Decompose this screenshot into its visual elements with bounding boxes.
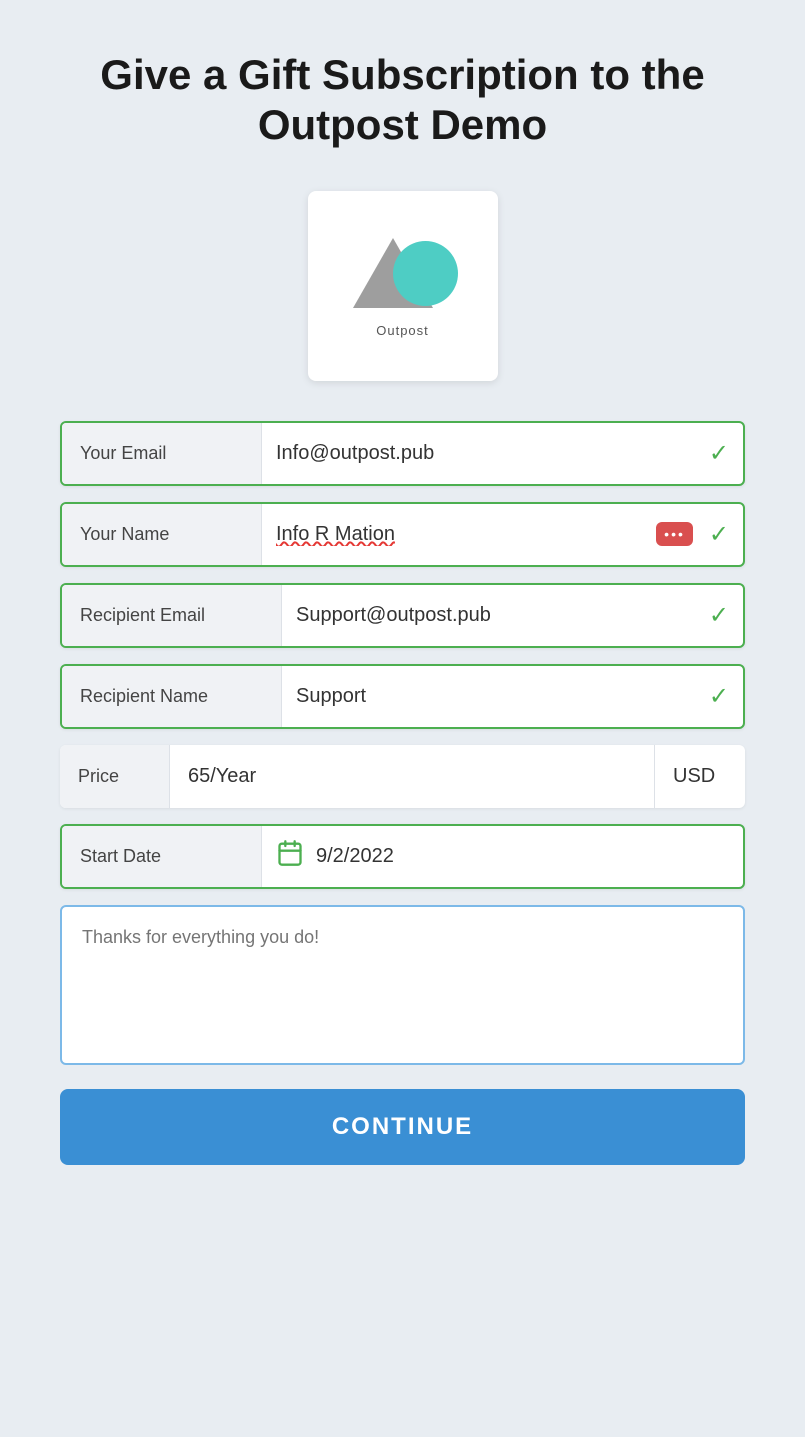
recipient-email-input-wrapper: ✓ (282, 585, 743, 646)
your-name-input[interactable] (276, 505, 656, 564)
your-email-label: Your Email (62, 423, 262, 484)
your-email-row: Your Email ✓ (60, 421, 745, 486)
your-email-input[interactable] (276, 424, 701, 483)
start-date-input-wrapper: 9/2/2022 (262, 826, 743, 887)
recipient-email-input[interactable] (296, 586, 701, 645)
your-name-row: Your Name ••• ✓ (60, 502, 745, 567)
logo-circle-icon (393, 241, 458, 306)
name-check-icon: ✓ (709, 520, 729, 549)
recipient-email-check-icon: ✓ (709, 601, 729, 630)
page-title: Give a Gift Subscription to the Outpost … (60, 50, 745, 151)
price-currency: USD (655, 745, 745, 808)
price-value: 65/Year (170, 745, 655, 808)
continue-button[interactable]: CONTINUE (60, 1089, 745, 1165)
autocomplete-icon: ••• (656, 522, 693, 546)
start-date-row: Start Date 9/2/2022 (60, 824, 745, 889)
your-email-input-wrapper: ✓ (262, 423, 743, 484)
logo-graphic (348, 233, 458, 313)
start-date-label: Start Date (62, 826, 262, 887)
recipient-name-check-icon: ✓ (709, 682, 729, 711)
calendar-icon (276, 839, 304, 874)
email-check-icon: ✓ (709, 439, 729, 468)
price-label: Price (60, 745, 170, 808)
page-container: Give a Gift Subscription to the Outpost … (0, 0, 805, 1437)
start-date-value: 9/2/2022 (316, 845, 394, 868)
recipient-name-input[interactable] (296, 667, 701, 726)
recipient-email-row: Recipient Email ✓ (60, 583, 745, 648)
autocomplete-dots: ••• (664, 526, 685, 542)
form-container: Your Email ✓ Your Name ••• ✓ Recipient E… (60, 421, 745, 1165)
message-textarea[interactable] (60, 905, 745, 1065)
logo-name: Outpost (376, 323, 429, 338)
recipient-name-row: Recipient Name ✓ (60, 664, 745, 729)
your-name-input-wrapper: ••• ✓ (262, 504, 743, 565)
price-row: Price 65/Year USD (60, 745, 745, 808)
recipient-name-input-wrapper: ✓ (282, 666, 743, 727)
logo-card: Outpost (308, 191, 498, 381)
your-name-label: Your Name (62, 504, 262, 565)
recipient-email-label: Recipient Email (62, 585, 282, 646)
recipient-name-label: Recipient Name (62, 666, 282, 727)
